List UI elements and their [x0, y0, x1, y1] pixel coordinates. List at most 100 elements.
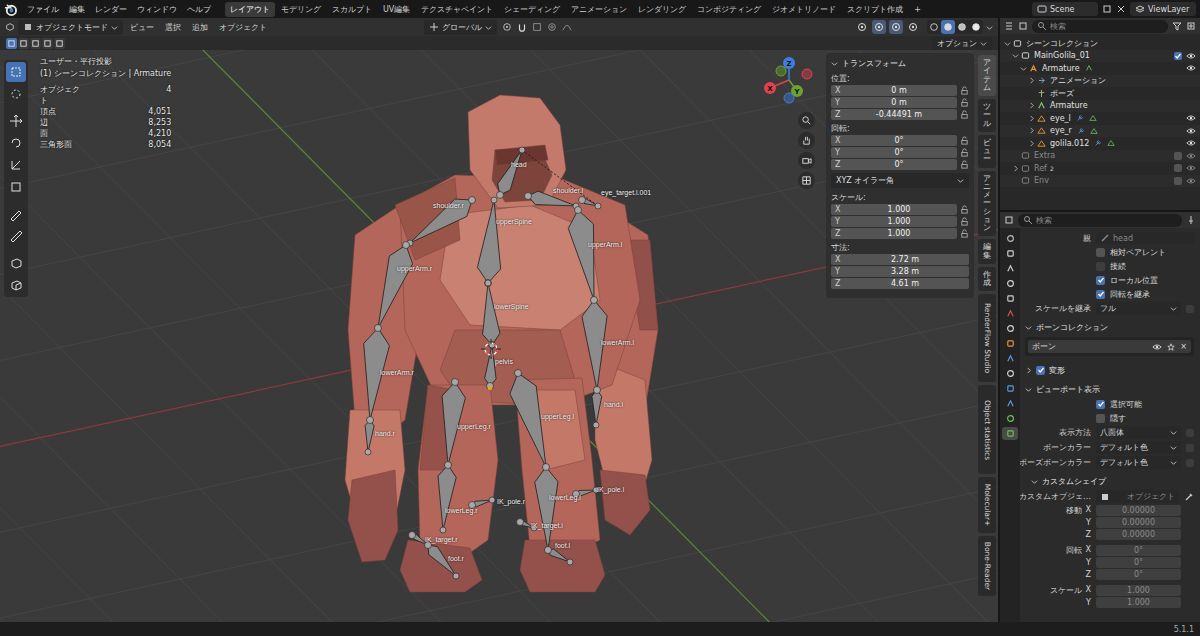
- object-field[interactable]: オブジェクト: [1096, 490, 1179, 503]
- panel-header[interactable]: ボーンコレクション: [1025, 320, 1194, 334]
- parent-field[interactable]: head: [1096, 232, 1194, 244]
- checkbox[interactable]: [1096, 290, 1105, 299]
- number-field[interactable]: Y0°: [831, 147, 957, 158]
- transform-icon[interactable]: [6, 177, 26, 197]
- sidebar-tab[interactable]: Molecular+: [978, 477, 996, 533]
- blender-logo-icon[interactable]: [4, 3, 17, 16]
- orientation-dropdown[interactable]: グローバル: [424, 20, 497, 35]
- number-field[interactable]: Z-0.44491 m: [831, 109, 957, 120]
- workspace-tab[interactable]: レイアウト: [225, 2, 275, 17]
- filter-icon[interactable]: [1172, 21, 1182, 31]
- editor-type-icon[interactable]: [5, 22, 15, 32]
- viewport-menu[interactable]: 選択: [161, 21, 185, 34]
- bone[interactable]: [497, 147, 526, 199]
- new-collection-icon[interactable]: [1186, 21, 1196, 31]
- select-mode-icon[interactable]: [18, 38, 29, 49]
- number-field[interactable]: X0 m: [831, 85, 957, 96]
- projection-button[interactable]: [798, 172, 815, 189]
- outliner-row[interactable]: golila.012: [1000, 137, 1200, 150]
- gorilla-model[interactable]: [345, 95, 658, 592]
- properties-tab[interactable]: [1002, 337, 1018, 350]
- number-field[interactable]: Y3.28 m: [831, 266, 969, 277]
- select-icon[interactable]: [6, 62, 26, 82]
- number-field[interactable]: X1.000: [831, 204, 957, 215]
- solid-shading-icon[interactable]: [941, 20, 955, 34]
- eye-icon[interactable]: [1186, 127, 1196, 135]
- number-field[interactable]: 1.000: [1096, 597, 1181, 608]
- bone[interactable]: [579, 197, 602, 210]
- properties-tab[interactable]: [1002, 367, 1018, 380]
- select-mode-icon[interactable]: [42, 38, 53, 49]
- workspace-tab[interactable]: テクスチャペイント: [416, 2, 498, 17]
- checkbox[interactable]: [1096, 414, 1105, 423]
- panel-header[interactable]: 変形: [1025, 363, 1194, 377]
- sidebar-tab[interactable]: アニメーション: [978, 171, 996, 237]
- collection-item[interactable]: ボーン×: [1028, 340, 1191, 353]
- pan-button[interactable]: [798, 132, 815, 149]
- eye-icon[interactable]: [1186, 164, 1196, 172]
- select-mode-icon[interactable]: [54, 38, 65, 49]
- lock-icon[interactable]: [960, 136, 969, 145]
- properties-tab[interactable]: [1002, 412, 1018, 425]
- number-field[interactable]: 0.00000: [1096, 517, 1181, 528]
- bone[interactable]: [438, 462, 456, 534]
- close-icon[interactable]: [1116, 4, 1126, 14]
- decorator-icon[interactable]: [1186, 305, 1194, 313]
- workspace-tab[interactable]: コンポジティング: [692, 2, 766, 17]
- viewport-canvas[interactable]: headshoulder.rshoulder.leye_target.l.001…: [0, 50, 998, 622]
- display-mode-icon[interactable]: [1018, 21, 1028, 31]
- properties-tab[interactable]: [1002, 292, 1018, 305]
- checkbox[interactable]: [1096, 248, 1105, 257]
- gizmo-icon[interactable]: [872, 20, 886, 34]
- outliner-row[interactable]: eye_r: [1000, 125, 1200, 138]
- properties-tab[interactable]: [1002, 262, 1018, 275]
- camera-button[interactable]: [798, 152, 815, 169]
- sidebar-tab[interactable]: RenderFlow Studio: [978, 294, 996, 382]
- expand-arrow-icon[interactable]: [1020, 65, 1027, 72]
- number-field[interactable]: X2.72 m: [831, 254, 969, 265]
- bone[interactable]: [592, 387, 602, 429]
- snap-icon[interactable]: [517, 22, 527, 32]
- panel-header[interactable]: トランスフォーム: [831, 56, 969, 73]
- outliner-search[interactable]: 検索: [1032, 20, 1168, 33]
- viewport-menu[interactable]: 追加: [188, 21, 212, 34]
- menu-item[interactable]: ヘルプ: [183, 3, 215, 16]
- expand-arrow-icon[interactable]: [1028, 115, 1035, 122]
- add-cube-icon[interactable]: [6, 253, 26, 273]
- outliner-row[interactable]: Extra: [1000, 150, 1200, 163]
- include-checkbox[interactable]: [1174, 177, 1182, 185]
- dropdown[interactable]: デフォルト色: [1096, 441, 1181, 454]
- decorator-icon[interactable]: [1186, 429, 1194, 437]
- dropdown[interactable]: フル: [1096, 302, 1181, 315]
- include-checkbox[interactable]: [1174, 52, 1182, 60]
- outliner-row[interactable]: MainGolila_01: [1000, 50, 1200, 63]
- bone[interactable]: [365, 417, 374, 456]
- material-shading-icon[interactable]: [955, 20, 969, 34]
- outliner-row[interactable]: Env: [1000, 175, 1200, 188]
- number-field[interactable]: 0°: [1096, 545, 1181, 556]
- outliner-row[interactable]: ポーズ: [1000, 87, 1200, 100]
- armature[interactable]: [364, 147, 607, 579]
- properties-tab[interactable]: [1002, 322, 1018, 335]
- bone[interactable]: [375, 242, 413, 332]
- remove-button[interactable]: ×: [1180, 342, 1187, 351]
- properties-tab[interactable]: [1002, 352, 1018, 365]
- wireframe-shading-icon[interactable]: [927, 20, 941, 34]
- workspace-tab[interactable]: スカルプト: [327, 2, 377, 17]
- properties-tab[interactable]: [1002, 277, 1018, 290]
- outliner-row[interactable]: eye_l: [1000, 112, 1200, 125]
- dropdown[interactable]: デフォルト色: [1096, 456, 1181, 469]
- properties-editor-icon[interactable]: [1004, 215, 1014, 225]
- number-field[interactable]: 0°: [1096, 569, 1181, 580]
- proportional-edit-icon[interactable]: [547, 22, 557, 32]
- rotation-mode-dropdown[interactable]: XYZ オイラー角: [831, 173, 969, 188]
- menu-item[interactable]: 編集: [65, 3, 89, 16]
- sidebar-tab[interactable]: Object statistics: [978, 385, 996, 473]
- view-layer-selector[interactable]: ViewLayer: [1130, 2, 1196, 16]
- viewport-menu[interactable]: ビュー: [126, 21, 158, 34]
- properties-search[interactable]: 検索: [1018, 214, 1182, 227]
- sidebar-tab[interactable]: 作成: [978, 267, 996, 292]
- eye-icon[interactable]: [1186, 52, 1196, 60]
- lock-icon[interactable]: [960, 229, 969, 238]
- snap-target-icon[interactable]: [532, 22, 542, 32]
